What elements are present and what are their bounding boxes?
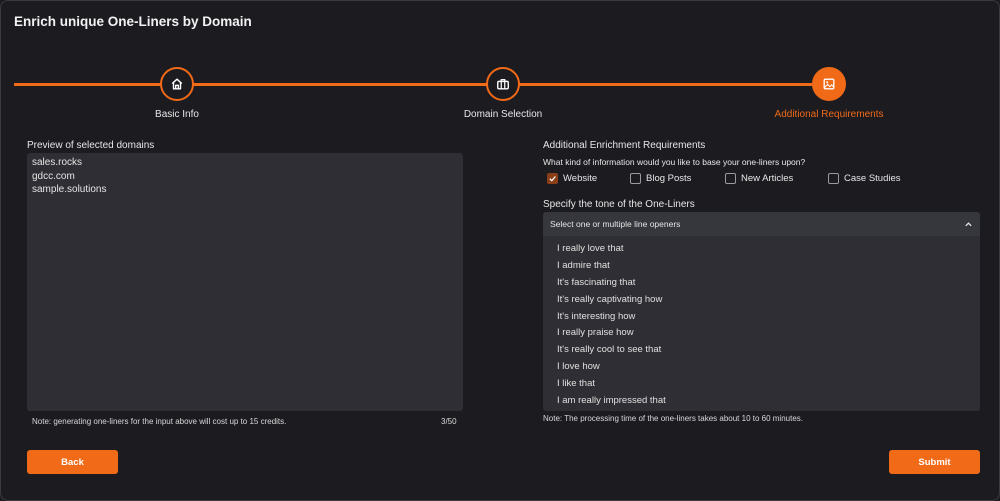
tone-label: Specify the tone of the One-Liners [543,199,695,210]
stepper-line [14,83,829,86]
line-opener-option[interactable]: It's really captivating how [557,292,666,309]
submit-button[interactable]: Submit [889,450,980,474]
page-title: Enrich unique One-Liners by Domain [14,14,252,29]
domains-preview-textarea[interactable]: sales.rocks gdcc.com sample.solutions [27,153,463,411]
line-openers-list: I really love that I admire that It's fa… [557,241,666,410]
step-label-domain-selection: Domain Selection [463,109,543,120]
line-opener-option[interactable]: It's interesting how [557,309,666,326]
briefcase-icon [497,79,509,90]
line-opener-option[interactable]: I really praise how [557,325,666,342]
back-button[interactable]: Back [27,450,118,474]
domains-preview-label: Preview of selected domains [27,140,155,151]
option-label: Blog Posts [646,173,692,184]
option-label: New Articles [741,173,794,184]
option-case-studies[interactable]: Case Studies [828,173,901,184]
domain-line: gdcc.com [32,170,75,182]
line-opener-option[interactable]: It's really cool to see that [557,342,666,359]
line-opener-option[interactable]: I like that [557,376,666,393]
domain-line: sample.solutions [32,184,107,195]
dropdown-placeholder: Select one or multiple line openers [550,219,681,229]
checkbox[interactable] [630,173,641,184]
line-opener-option[interactable]: I love how [557,359,666,376]
checkbox-checked[interactable] [547,173,558,184]
line-opener-option[interactable]: I really love that [557,241,666,258]
option-label: Website [563,173,598,184]
line-openers-multiselect: Select one or multiple line openers I re… [543,212,980,411]
option-blog-posts[interactable]: Blog Posts [630,173,691,184]
info-source-question: What kind of information would you like … [543,157,806,167]
step-label-basic-info: Basic Info [155,109,199,120]
step-label-additional-requirements: Additional Requirements [774,109,884,120]
checkbox[interactable] [828,173,839,184]
step-additional-requirements[interactable] [812,67,846,101]
check-icon [549,176,556,182]
checkbox[interactable] [725,173,736,184]
line-opener-option[interactable]: It's fascinating that [557,275,666,292]
enrichment-requirements-header: Additional Enrichment Requirements [543,140,706,151]
image-icon [823,78,835,90]
credits-note: Note: generating one-liners for the inpu… [32,417,287,426]
step-domain-selection[interactable] [486,67,520,101]
processing-time-note: Note: The processing time of the one-lin… [543,414,803,423]
chevron-up-icon[interactable] [964,220,973,229]
line-opener-option[interactable]: I admire that [557,258,666,275]
domain-line: sales.rocks [32,157,83,168]
line-opener-option[interactable]: I am really impressed that [557,393,666,410]
home-icon [171,78,183,90]
line-openers-dropdown-toggle[interactable]: Select one or multiple line openers [543,212,980,236]
domain-count: 3/50 [441,417,457,426]
option-label: Case Studies [844,173,901,184]
option-new-articles[interactable]: New Articles [725,173,793,184]
step-basic-info[interactable] [160,67,194,101]
option-website[interactable]: Website [547,173,597,184]
